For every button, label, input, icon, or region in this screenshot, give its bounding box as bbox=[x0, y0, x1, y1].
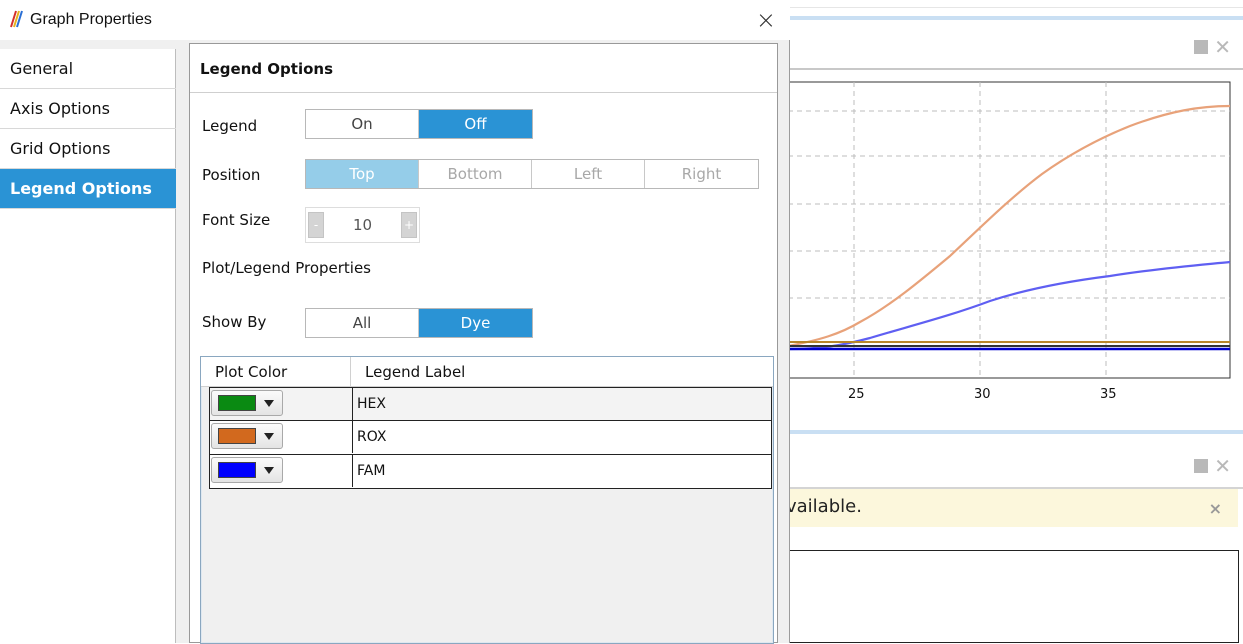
font-size-value[interactable]: 10 bbox=[326, 216, 399, 234]
legend-label-cell[interactable]: ROX bbox=[353, 421, 771, 454]
font-size-stepper: - 10 + bbox=[305, 207, 420, 243]
legend-options-panel: Legend Options Legend On Off Position To… bbox=[189, 43, 778, 644]
chevron-down-icon bbox=[264, 433, 274, 440]
nav-item-general[interactable]: General bbox=[0, 49, 176, 89]
legend-toggle: On Off bbox=[305, 109, 533, 139]
legend-off-button[interactable]: Off bbox=[419, 110, 532, 138]
font-size-label: Font Size bbox=[202, 211, 271, 229]
table-row[interactable]: ROX bbox=[209, 421, 772, 455]
legend-label-cell[interactable]: FAM bbox=[353, 455, 771, 488]
color-picker[interactable] bbox=[211, 390, 283, 416]
table-row[interactable]: FAM bbox=[209, 455, 772, 489]
amplification-chart: 25 30 35 bbox=[787, 81, 1231, 402]
notice-banner: vailable. × bbox=[780, 489, 1238, 527]
x-tick-label: 25 bbox=[848, 387, 865, 402]
x-tick-label: 35 bbox=[1100, 387, 1117, 402]
second-panel-controls: ✕ bbox=[1194, 456, 1231, 476]
chevron-down-icon bbox=[264, 400, 274, 407]
column-header-legend-label[interactable]: Legend Label bbox=[351, 357, 773, 387]
show-by-all-button[interactable]: All bbox=[306, 309, 419, 337]
legend-on-button[interactable]: On bbox=[306, 110, 419, 138]
options-nav: General Axis Options Grid Options Legend… bbox=[0, 49, 176, 643]
third-panel bbox=[780, 550, 1239, 643]
position-selector: Top Bottom Left Right bbox=[305, 159, 759, 189]
grid-header: Plot Color Legend Label bbox=[201, 357, 773, 387]
dialog-title-bar: Graph Properties × bbox=[0, 0, 790, 40]
nav-item-axis-options[interactable]: Axis Options bbox=[0, 89, 176, 129]
show-by-dye-button[interactable]: Dye bbox=[419, 309, 532, 337]
plot-color-cell bbox=[210, 388, 353, 420]
section-title: Legend Options bbox=[200, 60, 333, 78]
show-by-label: Show By bbox=[202, 313, 267, 331]
column-header-plot-color[interactable]: Plot Color bbox=[201, 357, 351, 387]
position-label: Position bbox=[202, 166, 261, 184]
notice-close-icon[interactable]: × bbox=[1209, 499, 1222, 518]
dialog-title: Graph Properties bbox=[30, 11, 152, 28]
show-by-toggle: All Dye bbox=[305, 308, 533, 338]
maximize-icon[interactable] bbox=[1194, 459, 1209, 473]
legend-label: Legend bbox=[202, 117, 258, 135]
table-row[interactable]: HEX bbox=[209, 387, 772, 421]
nav-item-legend-options[interactable]: Legend Options bbox=[0, 169, 176, 209]
plot-legend-properties-label: Plot/Legend Properties bbox=[202, 259, 371, 277]
section-divider bbox=[190, 92, 777, 93]
plot-color-cell bbox=[210, 455, 353, 487]
plot-legend-grid: Plot Color Legend Label HEX ROX FAM bbox=[200, 356, 774, 644]
x-tick-label: 30 bbox=[974, 387, 991, 402]
graph-properties-dialog: Graph Properties × General Axis Options … bbox=[0, 0, 790, 644]
color-picker[interactable] bbox=[211, 423, 283, 449]
close-icon[interactable]: ✕ bbox=[1214, 456, 1231, 476]
position-bottom-button[interactable]: Bottom bbox=[419, 160, 532, 188]
legend-label-cell[interactable]: HEX bbox=[353, 388, 771, 420]
position-left-button[interactable]: Left bbox=[532, 160, 645, 188]
notice-text: vailable. bbox=[786, 496, 862, 517]
increment-button[interactable]: + bbox=[401, 212, 417, 238]
color-swatch bbox=[218, 462, 256, 478]
nav-item-grid-options[interactable]: Grid Options bbox=[0, 129, 176, 169]
decrement-button[interactable]: - bbox=[308, 212, 324, 238]
color-swatch bbox=[218, 428, 256, 444]
position-right-button[interactable]: Right bbox=[645, 160, 758, 188]
position-top-button[interactable]: Top bbox=[306, 160, 419, 188]
close-icon[interactable]: × bbox=[756, 6, 776, 34]
color-picker[interactable] bbox=[211, 457, 283, 483]
plot-color-cell bbox=[210, 421, 353, 453]
app-icon bbox=[10, 10, 23, 28]
chevron-down-icon bbox=[264, 467, 274, 474]
second-panel-header: ✕ bbox=[780, 441, 1243, 489]
color-swatch bbox=[218, 395, 256, 411]
